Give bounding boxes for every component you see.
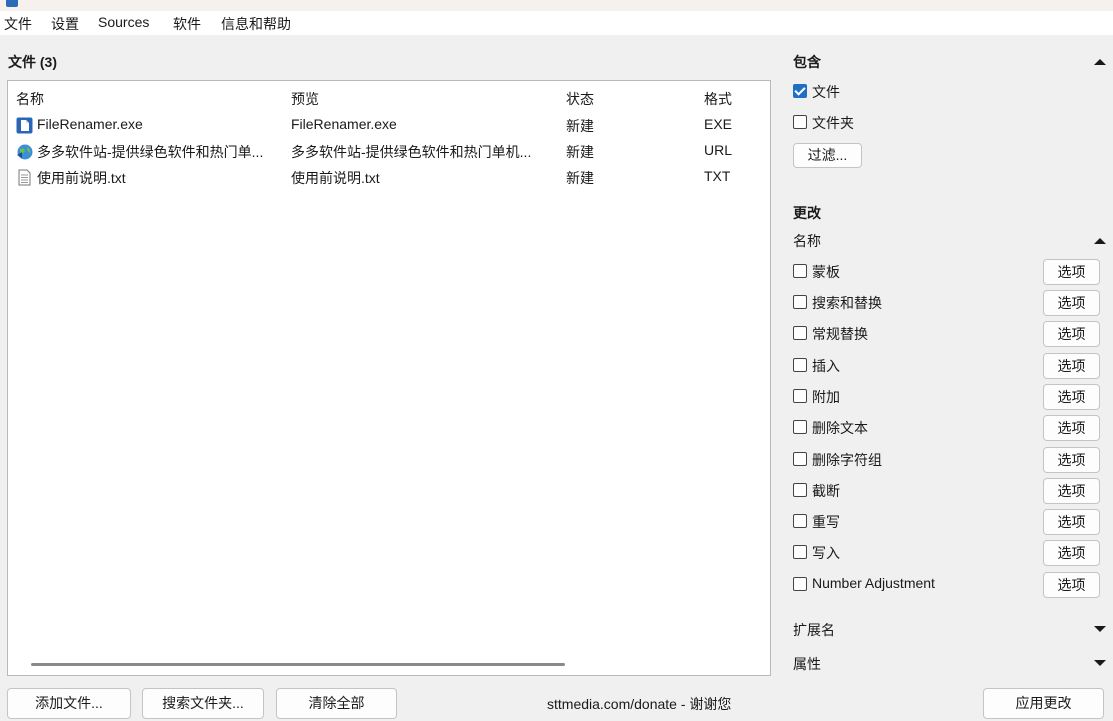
menu-sources[interactable]: Sources <box>98 14 149 30</box>
options-button[interactable]: 选项 <box>1043 478 1100 504</box>
options-button[interactable]: 选项 <box>1043 384 1100 410</box>
include-folders-label: 文件夹 <box>812 115 854 131</box>
filter-button[interactable]: 过滤... <box>793 143 862 168</box>
options-button[interactable]: 选项 <box>1043 540 1100 566</box>
search-folder-button[interactable]: 搜索文件夹... <box>142 688 264 719</box>
file-format: EXE <box>704 116 733 132</box>
change-option-label: 搜索和替换 <box>812 295 882 311</box>
file-status: 新建 <box>566 118 594 134</box>
checkbox-icon[interactable] <box>793 483 807 497</box>
file-row[interactable]: 多多软件站-提供绿色软件和热门单... 多多软件站-提供绿色软件和热门单机...… <box>8 138 770 164</box>
change-option-label: 删除文本 <box>812 420 868 436</box>
horizontal-scrollbar[interactable] <box>31 663 565 666</box>
change-option-label: 写入 <box>812 545 840 561</box>
collapse-include-icon[interactable] <box>1094 59 1106 65</box>
checkbox-icon[interactable] <box>793 295 807 309</box>
expand-attributes-icon[interactable] <box>1094 660 1106 666</box>
file-preview: FileRenamer.exe <box>291 116 397 132</box>
expand-extension-icon[interactable] <box>1094 626 1106 632</box>
options-button[interactable]: 选项 <box>1043 509 1100 535</box>
checkbox-icon[interactable] <box>793 420 807 434</box>
change-option-label: 删除字符组 <box>812 452 882 468</box>
menu-software[interactable]: 软件 <box>173 14 201 34</box>
checkbox-icon[interactable] <box>793 264 807 278</box>
file-format: URL <box>704 142 733 158</box>
include-folders-checkbox[interactable]: 文件夹 <box>793 111 893 135</box>
app-icon <box>6 0 18 7</box>
apply-changes-button[interactable]: 应用更改 <box>983 688 1104 719</box>
exe-file-icon <box>16 117 33 134</box>
column-header-status[interactable]: 状态 <box>566 89 594 109</box>
name-subsection-label: 名称 <box>793 233 821 249</box>
menu-settings[interactable]: 设置 <box>51 14 79 34</box>
url-globe-icon <box>17 144 33 160</box>
text-file-icon <box>18 169 31 186</box>
checkbox-icon[interactable] <box>793 545 807 559</box>
change-option-row[interactable]: 常规替换 <box>793 322 1033 346</box>
change-option-row[interactable]: 插入 <box>793 354 1033 378</box>
change-option-label: Number Adjustment <box>812 575 935 591</box>
file-preview: 多多软件站-提供绿色软件和热门单机... <box>291 144 532 160</box>
collapse-name-icon[interactable] <box>1094 238 1106 244</box>
file-status: 新建 <box>566 170 594 186</box>
donate-link[interactable]: sttmedia.com/donate - 谢谢您 <box>547 694 731 714</box>
change-option-row[interactable]: 截断 <box>793 479 1033 503</box>
file-name: 使用前说明.txt <box>37 170 126 186</box>
change-option-row[interactable]: 搜索和替换 <box>793 291 1033 315</box>
include-files-label: 文件 <box>812 84 840 100</box>
options-button[interactable]: 选项 <box>1043 353 1100 379</box>
options-button[interactable]: 选项 <box>1043 259 1100 285</box>
attributes-section-label[interactable]: 属性 <box>793 654 821 674</box>
change-option-label: 插入 <box>812 358 840 374</box>
change-option-row[interactable]: Number Adjustment <box>793 573 1033 597</box>
checkbox-icon[interactable] <box>793 577 807 591</box>
file-preview: 使用前说明.txt <box>291 170 380 186</box>
checkbox-icon[interactable] <box>793 514 807 528</box>
extension-section-label[interactable]: 扩展名 <box>793 620 835 640</box>
checkbox-icon[interactable] <box>793 389 807 403</box>
column-header-format[interactable]: 格式 <box>704 89 732 109</box>
change-option-row[interactable]: 删除字符组 <box>793 448 1033 472</box>
title-strip <box>0 0 1113 11</box>
options-button[interactable]: 选项 <box>1043 321 1100 347</box>
file-row[interactable]: FileRenamer.exe FileRenamer.exe 新建 EXE <box>8 112 770 138</box>
file-status: 新建 <box>566 144 594 160</box>
checkbox-icon[interactable] <box>793 452 807 466</box>
menu-info-help[interactable]: 信息和帮助 <box>221 14 291 34</box>
change-option-row[interactable]: 重写 <box>793 510 1033 534</box>
checkbox-checked-icon[interactable] <box>793 84 807 98</box>
options-button[interactable]: 选项 <box>1043 415 1100 441</box>
column-header-preview[interactable]: 预览 <box>291 89 319 109</box>
change-option-row[interactable]: 蒙板 <box>793 260 1033 284</box>
change-option-row[interactable]: 附加 <box>793 385 1033 409</box>
file-name: 多多软件站-提供绿色软件和热门单... <box>37 144 264 160</box>
changes-section-title: 更改 <box>793 205 821 221</box>
file-format: TXT <box>704 168 731 184</box>
clear-all-button[interactable]: 清除全部 <box>276 688 397 719</box>
file-list[interactable]: 名称 预览 状态 格式 FileRenamer.exe FileRenamer.… <box>7 80 771 676</box>
files-panel-title: 文件 (3) <box>8 54 57 70</box>
checkbox-icon[interactable] <box>793 326 807 340</box>
menu-bar: 文件 设置 Sources 软件 信息和帮助 <box>0 11 1113 35</box>
menu-file[interactable]: 文件 <box>4 14 32 34</box>
column-header-name[interactable]: 名称 <box>16 89 44 109</box>
change-option-label: 重写 <box>812 514 840 530</box>
change-option-label: 附加 <box>812 389 840 405</box>
options-button[interactable]: 选项 <box>1043 447 1100 473</box>
file-row[interactable]: 使用前说明.txt 使用前说明.txt 新建 TXT <box>8 164 770 190</box>
options-button[interactable]: 选项 <box>1043 290 1100 316</box>
change-option-label: 蒙板 <box>812 264 840 280</box>
add-files-button[interactable]: 添加文件... <box>7 688 131 719</box>
include-files-checkbox[interactable]: 文件 <box>793 80 893 104</box>
change-option-label: 常规替换 <box>812 326 868 342</box>
change-option-label: 截断 <box>812 483 840 499</box>
file-name: FileRenamer.exe <box>37 116 143 132</box>
options-button[interactable]: 选项 <box>1043 572 1100 598</box>
change-option-row[interactable]: 删除文本 <box>793 416 1033 440</box>
change-option-row[interactable]: 写入 <box>793 541 1033 565</box>
checkbox-icon[interactable] <box>793 115 807 129</box>
checkbox-icon[interactable] <box>793 358 807 372</box>
include-section-title: 包含 <box>793 54 821 70</box>
